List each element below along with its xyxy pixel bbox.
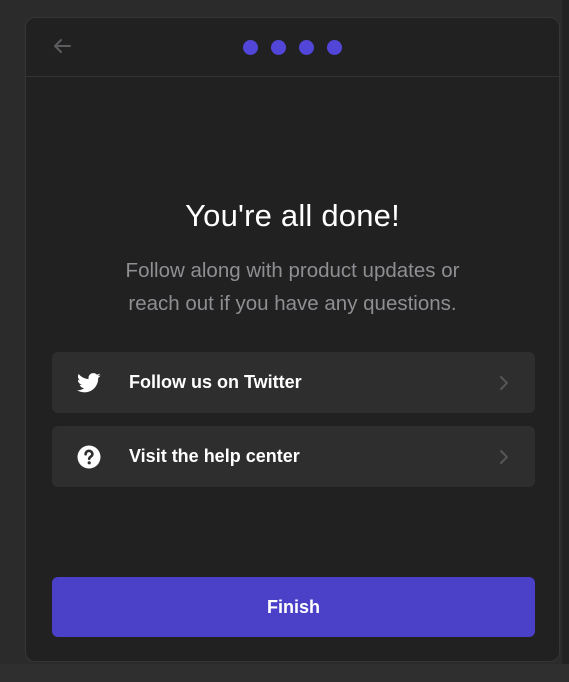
backdrop-bottom-edge <box>0 664 569 682</box>
modal-header <box>26 18 559 77</box>
page-subtitle: Follow along with product updates or rea… <box>66 254 519 320</box>
step-dot-4 <box>327 40 342 55</box>
twitter-link-row[interactable]: Follow us on Twitter <box>52 352 535 413</box>
help-center-link-row[interactable]: Visit the help center <box>52 426 535 487</box>
page-title: You're all done! <box>185 198 400 233</box>
backdrop-edge <box>562 0 569 682</box>
twitter-icon <box>76 370 102 396</box>
chevron-right-icon <box>495 373 513 393</box>
step-dot-1 <box>243 40 258 55</box>
subtitle-line-2: reach out if you have any questions. <box>128 292 457 315</box>
step-dot-3 <box>299 40 314 55</box>
step-indicator <box>26 40 559 55</box>
chevron-right-icon <box>495 447 513 467</box>
onboarding-modal: You're all done! Follow along with produ… <box>25 17 560 662</box>
finish-button[interactable]: Finish <box>52 577 535 637</box>
question-circle-icon <box>76 444 102 470</box>
twitter-link-label: Follow us on Twitter <box>129 372 302 392</box>
step-dot-2 <box>271 40 286 55</box>
help-center-link-label: Visit the help center <box>129 446 300 466</box>
subtitle-line-1: Follow along with product updates or <box>125 259 460 282</box>
